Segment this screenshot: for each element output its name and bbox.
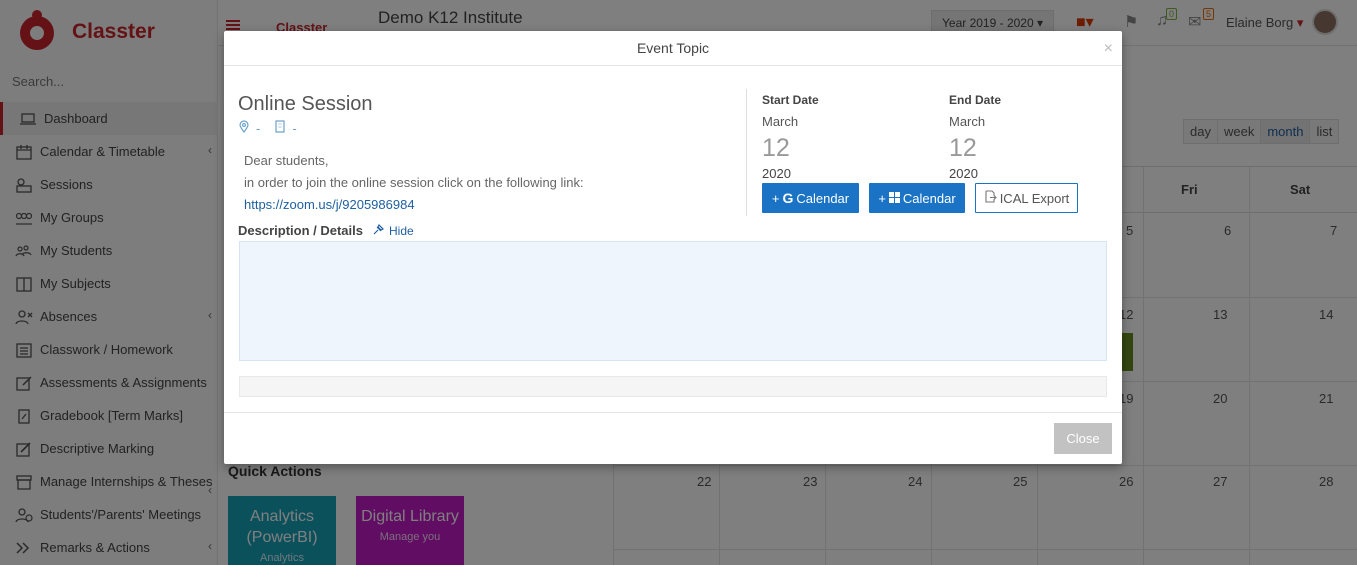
end-year: 2020 bbox=[949, 166, 978, 181]
event-room: - bbox=[292, 120, 297, 136]
zoom-link[interactable]: https://zoom.us/j/9205986984 bbox=[244, 197, 415, 212]
event-location-row: - - bbox=[238, 120, 297, 136]
description-label: Description / Details bbox=[238, 223, 363, 238]
end-date: End Date March 12 2020 bbox=[949, 93, 1001, 181]
event-body: Dear students, in order to join the onli… bbox=[244, 150, 584, 216]
windows-icon bbox=[888, 191, 900, 206]
building-icon bbox=[274, 120, 286, 136]
google-icon: G bbox=[782, 190, 794, 206]
add-google-calendar-button[interactable]: + G Calendar bbox=[762, 183, 859, 213]
event-topic-modal: Event Topic × Online Session - - Dear st… bbox=[224, 31, 1122, 464]
description-area[interactable] bbox=[239, 241, 1107, 361]
map-pin-icon bbox=[238, 120, 250, 136]
windows-calendar-label: Calendar bbox=[902, 190, 956, 206]
end-date-label: End Date bbox=[949, 93, 1002, 107]
ical-export-label: ICAL Export bbox=[999, 190, 1070, 206]
pin-icon bbox=[373, 223, 385, 238]
start-date: Start Date March 12 2020 bbox=[762, 93, 819, 181]
body-line: Dear students, bbox=[244, 153, 329, 168]
hide-label: Hide bbox=[388, 223, 414, 238]
ical-export-button[interactable]: ICAL Export bbox=[975, 183, 1078, 213]
modal-header: Event Topic × bbox=[224, 31, 1122, 66]
close-button[interactable]: Close bbox=[1054, 423, 1112, 454]
add-windows-calendar-button[interactable]: + Calendar bbox=[869, 183, 965, 213]
start-date-label: Start Date bbox=[762, 93, 819, 107]
google-calendar-label: Calendar bbox=[796, 190, 850, 206]
event-title: Online Session bbox=[238, 93, 373, 115]
start-year: 2020 bbox=[762, 166, 791, 181]
modal-footer: Close bbox=[224, 412, 1122, 464]
end-day: 12 bbox=[949, 134, 977, 162]
divider bbox=[746, 89, 747, 216]
modal-title: Event Topic bbox=[636, 40, 710, 56]
export-icon bbox=[984, 190, 997, 206]
body-line: in order to join the online session clic… bbox=[244, 175, 584, 190]
hide-description-link[interactable]: Hide bbox=[373, 223, 414, 238]
description-label-row: Description / Details Hide bbox=[238, 223, 414, 238]
end-month: March bbox=[949, 114, 986, 129]
plus-icon: + bbox=[771, 190, 780, 206]
plus-icon: + bbox=[878, 190, 886, 206]
details-bar bbox=[239, 376, 1107, 397]
start-month: March bbox=[762, 114, 799, 129]
start-day: 12 bbox=[762, 134, 790, 162]
event-location: - bbox=[256, 120, 261, 136]
close-icon[interactable]: × bbox=[1104, 31, 1113, 66]
